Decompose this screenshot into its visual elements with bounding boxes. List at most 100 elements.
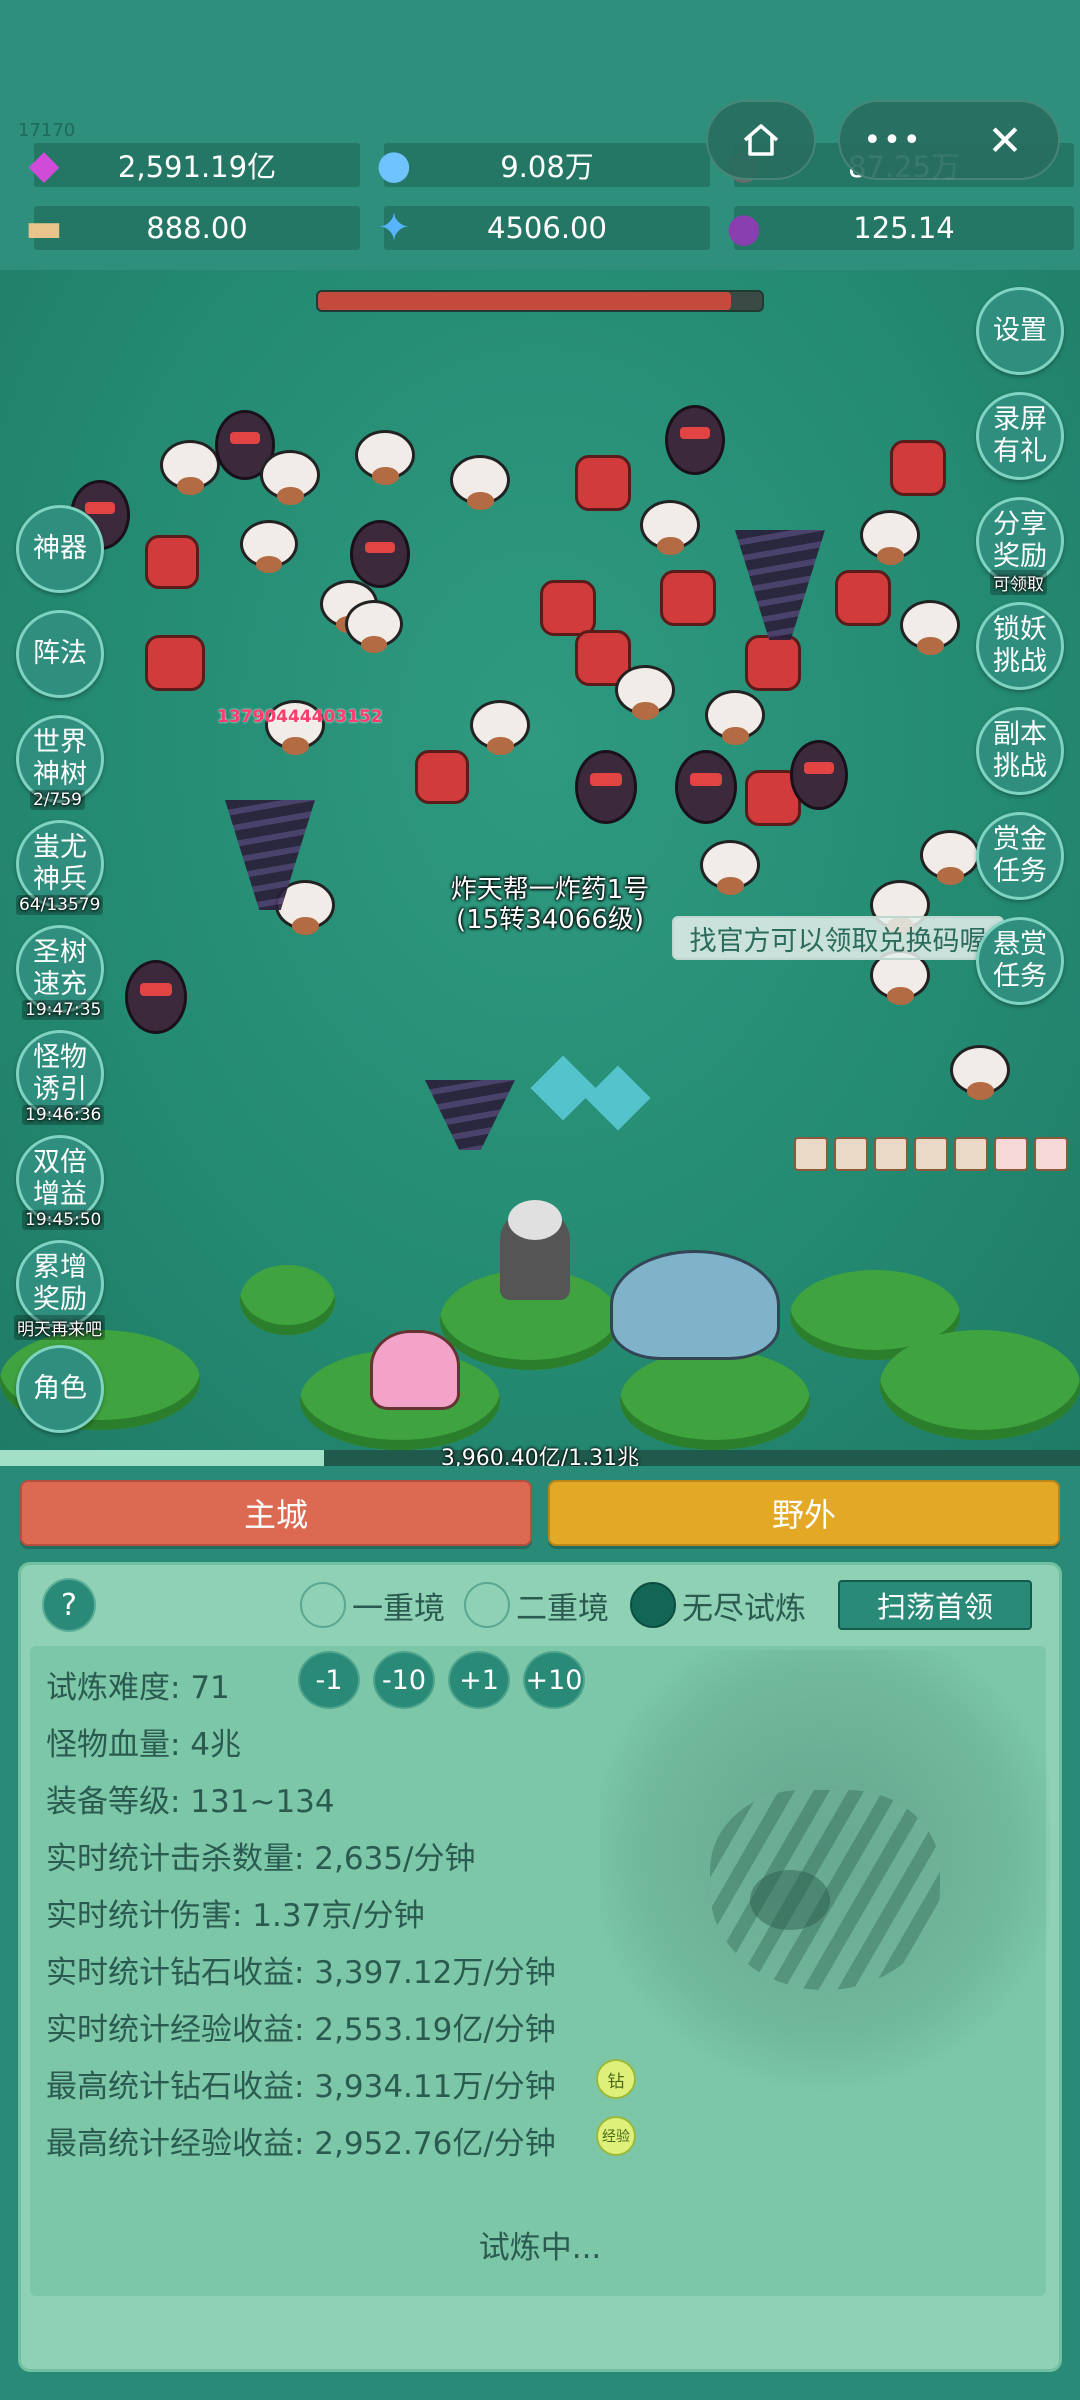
skill-slot[interactable]: [794, 1137, 828, 1171]
resource-diamond: ◆ 2,591.19亿: [29, 142, 360, 188]
resource-purple-pot: ● 125.14: [727, 205, 1074, 251]
monster-lure-timer: 19:46:36: [22, 1105, 105, 1125]
skill-slot[interactable]: [834, 1137, 868, 1171]
bush: [880, 1330, 1080, 1440]
resource-blue-crystal: ✦ 4506.00: [377, 205, 710, 251]
tornado-effect: [735, 530, 825, 640]
pink-girl-companion: [370, 1330, 460, 1410]
monster-hp-stat: 怪物血量: 4兆: [46, 1727, 242, 1763]
help-button[interactable]: ?: [42, 1578, 96, 1632]
blue-crystal-icon: ✦: [377, 205, 411, 251]
field-tab[interactable]: 野外: [548, 1480, 1060, 1546]
share-reward-claimable: 可领取: [990, 570, 1047, 595]
home-button[interactable]: [706, 100, 816, 180]
world-tree-progress: 2/759: [30, 790, 85, 810]
close-button[interactable]: ✕: [950, 100, 1060, 180]
resource-blue-orb: ● 9.08万: [377, 142, 710, 188]
demon-monster: [675, 750, 737, 824]
demon-monster: [790, 740, 848, 810]
trial-status-text: 试炼中...: [478, 2230, 602, 2266]
bird-monster: [700, 840, 760, 895]
bird-monster: [705, 690, 765, 745]
mode-second-realm[interactable]: 二重境: [464, 1582, 609, 1628]
scroll-icon: ▬: [25, 205, 63, 251]
difficulty-value: 71: [190, 1670, 230, 1706]
mode-endless-trial[interactable]: 无尽试炼: [630, 1582, 806, 1628]
mode-first-realm[interactable]: 一重境: [300, 1582, 445, 1628]
chiyou-weapon-progress: 64/13579: [16, 895, 104, 915]
reward-task-button[interactable]: 悬赏任务: [976, 917, 1064, 1005]
tornado-effect: [425, 1080, 515, 1150]
diamond-icon: ◆: [28, 142, 60, 188]
bird-monster: [160, 440, 220, 495]
difficulty-minus-10-button[interactable]: -10: [373, 1651, 435, 1709]
radio-dot: [464, 1582, 510, 1628]
skill-slot[interactable]: [954, 1137, 988, 1171]
bird-monster: [450, 455, 510, 510]
red-block-monster: [415, 750, 469, 804]
bounty-task-button[interactable]: 赏金任务: [976, 812, 1064, 900]
bird-monster: [240, 520, 298, 573]
shuriken-effect: [585, 1065, 651, 1131]
skill-slot[interactable]: [994, 1137, 1028, 1171]
redeem-code-tip: 找官方可以领取兑换码喔: [672, 916, 1004, 960]
bush: [240, 1265, 335, 1335]
bird-monster: [355, 430, 415, 485]
boss-hp-bar: [316, 290, 764, 312]
sacred-tree-timer: 19:47:35: [22, 1000, 105, 1020]
dragon-pet: [610, 1250, 780, 1360]
skill-bar: [794, 1137, 1068, 1171]
lock-demon-challenge-button[interactable]: 锁妖挑战: [976, 602, 1064, 690]
difficulty-row: 试炼难度: 71: [46, 1670, 230, 1706]
bird-monster: [345, 600, 403, 653]
demon-monster: [125, 960, 187, 1034]
more-icon: •••: [863, 122, 923, 158]
bird-monster: [260, 450, 320, 505]
dungeon-challenge-button[interactable]: 副本挑战: [976, 707, 1064, 795]
sweep-boss-button[interactable]: 扫荡首领: [838, 1580, 1032, 1630]
blue-orb-icon: ●: [376, 142, 412, 188]
screen-record-gift-button[interactable]: 录屏有礼: [976, 392, 1064, 480]
skill-slot[interactable]: [874, 1137, 908, 1171]
exp-income-stat: 实时统计经验收益: 2,553.19亿/分钟: [46, 2012, 556, 2048]
damage-per-minute-stat: 实时统计伤害: 1.37京/分钟: [46, 1898, 425, 1934]
boss-hp-fill: [318, 292, 731, 310]
red-block-monster: [575, 455, 631, 511]
close-icon: ✕: [987, 115, 1023, 165]
demon-monster: [665, 405, 725, 475]
more-button[interactable]: •••: [838, 100, 948, 180]
main-city-tab[interactable]: 主城: [20, 1480, 532, 1546]
resource-scroll: ▬ 888.00: [25, 205, 360, 251]
red-block-monster: [540, 580, 596, 636]
shuriken-effect: [530, 1055, 596, 1121]
skill-slot[interactable]: [1034, 1137, 1068, 1171]
tiger-illustration: [600, 1650, 1050, 2100]
red-block-monster: [890, 440, 946, 496]
radio-dot: [300, 1582, 346, 1628]
red-block-monster: [835, 570, 891, 626]
difficulty-plus-10-button[interactable]: +10: [523, 1651, 585, 1709]
equipment-level-stat: 装备等级: 131~134: [46, 1784, 335, 1820]
settings-button[interactable]: 设置: [976, 287, 1064, 375]
bird-monster: [640, 500, 700, 555]
character-button[interactable]: 角色: [16, 1345, 104, 1433]
demon-monster: [350, 520, 410, 588]
artifact-button[interactable]: 神器: [16, 505, 104, 593]
exp-badge: 经验: [596, 2116, 636, 2156]
demon-monster: [575, 750, 637, 824]
double-boost-timer: 19:45:50: [22, 1210, 105, 1230]
formation-button[interactable]: 阵法: [16, 610, 104, 698]
difficulty-minus-1-button[interactable]: -1: [298, 1651, 360, 1709]
bush: [620, 1350, 810, 1450]
max-diamond-income-stat: 最高统计钻石收益: 3,934.11万/分钟: [46, 2069, 556, 2105]
red-block-monster: [660, 570, 716, 626]
purple-pot-icon: ●: [726, 205, 762, 251]
battle-scene: 13790444403152: [0, 270, 1080, 1450]
difficulty-plus-1-button[interactable]: +1: [448, 1651, 510, 1709]
red-block-monster: [145, 635, 205, 691]
hero-nameplate: 炸天帮一炸药1号 (15转34066级): [450, 875, 650, 935]
damage-number: 13790444403152: [217, 707, 383, 727]
bird-monster: [900, 600, 960, 655]
skill-slot[interactable]: [914, 1137, 948, 1171]
max-exp-income-stat: 最高统计经验收益: 2,952.76亿/分钟: [46, 2126, 556, 2162]
